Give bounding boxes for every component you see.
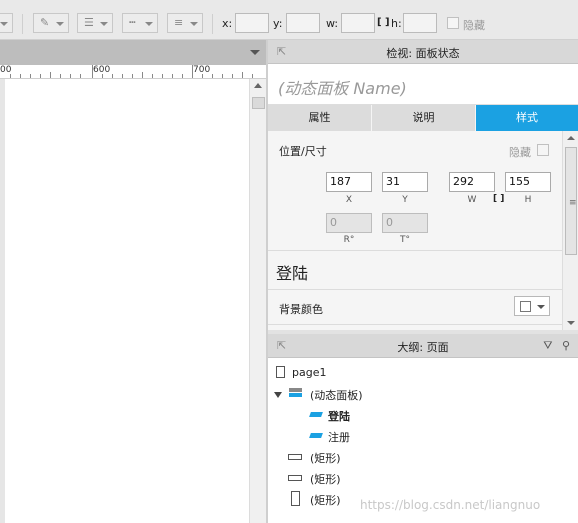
canvas-vertical-scrollbar[interactable]: [249, 79, 266, 523]
grip-icon: ≡: [569, 198, 577, 208]
inspector-content: 位置/尺寸 隐藏 187 31 292 155 X Y W [ ] H 0 0 …: [268, 131, 562, 330]
line-style-dropdown[interactable]: ┅: [122, 13, 158, 33]
tree-item-rectangle[interactable]: (矩形): [268, 467, 578, 487]
tree-item-label: (动态面板): [310, 389, 363, 402]
inspector-title: 检视: 面板状态: [386, 47, 460, 60]
toolbar: ✎ ☰ ┅ ≡ x: y: w: [ ] h: 隐藏: [0, 0, 578, 40]
rectangle-icon: [288, 454, 302, 460]
chevron-down-icon: [537, 305, 545, 309]
expand-arrow-icon[interactable]: [274, 392, 282, 398]
lock-aspect-icon[interactable]: [ ]: [377, 17, 390, 28]
inspector-tabs: 属性 说明 样式: [268, 105, 578, 131]
line-weight-dropdown[interactable]: ☰: [77, 13, 113, 33]
tree-item-page[interactable]: page1: [268, 362, 578, 382]
rectangle-icon: [291, 491, 300, 506]
dynamic-panel-icon: [289, 388, 302, 398]
rotation-caption: R°: [343, 235, 355, 245]
background-color-picker[interactable]: [514, 296, 550, 316]
tree-item-label: (矩形): [310, 494, 341, 507]
y-field[interactable]: 31: [382, 172, 428, 192]
scroll-up-icon[interactable]: [254, 83, 262, 88]
hide-checkbox[interactable]: [537, 144, 549, 156]
background-color-label: 背景颜色: [279, 303, 323, 316]
y-caption: Y: [402, 195, 408, 205]
scroll-thumb[interactable]: [252, 97, 265, 109]
divider: [268, 250, 562, 251]
h-label: h:: [391, 17, 402, 30]
panel-name-placeholder: (动态面板 Name): [278, 79, 407, 98]
inspector-header: ⇱ 检视: 面板状态: [268, 40, 578, 64]
search-icon[interactable]: ⚲: [562, 339, 570, 352]
tree-item-rectangle[interactable]: (矩形): [268, 446, 578, 466]
tree-item-label: page1: [292, 366, 327, 379]
w-field[interactable]: 292: [449, 172, 495, 192]
text-rotation-caption: T°: [400, 235, 410, 245]
line-weight-icon: ☰: [84, 16, 94, 29]
tab-style[interactable]: 样式: [476, 105, 578, 131]
divider: [268, 324, 562, 325]
text-rotation-field[interactable]: 0: [382, 213, 428, 233]
hide-checkbox[interactable]: [447, 17, 459, 29]
color-swatch: [520, 301, 531, 312]
arrow-style-icon: ≡: [174, 16, 184, 29]
toolbar-separator: [212, 14, 213, 34]
partial-dropdown[interactable]: [0, 13, 13, 33]
hide-label: 隐藏: [509, 146, 531, 159]
lock-aspect-icon[interactable]: [ ]: [493, 194, 504, 204]
hide-label: 隐藏: [463, 19, 485, 32]
w-caption: W: [467, 195, 477, 205]
rectangle-icon: [288, 475, 302, 481]
outline-header: ⇱ 大纲: 页面 ⛛ ⚲: [268, 334, 578, 358]
page-tab-bar: [0, 40, 266, 65]
watermark: https://blog.csdn.net/liangnuo: [360, 498, 541, 512]
pen-icon: ✎: [40, 16, 50, 29]
tree-item-state-login[interactable]: 登陆: [268, 404, 578, 424]
line-color-dropdown[interactable]: ✎: [33, 13, 69, 33]
x-label: x:: [222, 17, 233, 30]
y-input[interactable]: [286, 13, 320, 33]
arrow-style-dropdown[interactable]: ≡: [167, 13, 203, 33]
design-canvas[interactable]: [5, 79, 249, 523]
horizontal-ruler: 00 600 700: [0, 65, 266, 79]
tree-item-dynamic-panel[interactable]: (动态面板): [268, 383, 578, 403]
tree-item-label: 登陆: [328, 410, 350, 423]
panel-name-input[interactable]: (动态面板 Name): [268, 64, 578, 105]
filter-icon[interactable]: ⛛: [543, 339, 552, 352]
tree-item-label: (矩形): [310, 473, 341, 486]
inspector-scrollbar[interactable]: ≡: [562, 131, 578, 330]
state-name: 登陆: [276, 264, 309, 283]
y-label: y:: [273, 17, 283, 30]
scroll-thumb[interactable]: ≡: [565, 147, 577, 255]
scroll-down-icon[interactable]: [567, 321, 575, 325]
tab-menu-icon[interactable]: [250, 50, 260, 55]
x-input[interactable]: [235, 13, 269, 33]
scroll-up-icon[interactable]: [567, 136, 575, 140]
page-icon: [276, 366, 285, 378]
w-input[interactable]: [341, 13, 375, 33]
canvas-area: 00 600 700: [0, 40, 266, 523]
tab-notes[interactable]: 说明: [372, 105, 475, 131]
inspector-panel: ⇱ 检视: 面板状态 (动态面板 Name) 属性 说明 样式 位置/尺寸 隐藏…: [268, 40, 578, 330]
position-size-heading: 位置/尺寸: [279, 145, 327, 158]
w-label: w:: [326, 17, 339, 30]
h-input[interactable]: [403, 13, 437, 33]
x-caption: X: [345, 195, 353, 205]
h-caption: H: [524, 195, 532, 205]
state-icon: [309, 433, 323, 438]
outline-title: 大纲: 页面: [397, 341, 449, 354]
line-style-icon: ┅: [129, 16, 136, 29]
toolbar-separator: [22, 14, 23, 34]
rotation-field[interactable]: 0: [326, 213, 372, 233]
x-field[interactable]: 187: [326, 172, 372, 192]
tab-properties[interactable]: 属性: [268, 105, 371, 131]
tree-item-state-register[interactable]: 注册: [268, 425, 578, 445]
h-field[interactable]: 155: [505, 172, 551, 192]
tree-item-label: (矩形): [310, 452, 341, 465]
tree-item-label: 注册: [328, 431, 350, 444]
divider: [268, 289, 562, 290]
outline-panel: ⇱ 大纲: 页面 ⛛ ⚲ page1 (动态面板) 登陆 注册 (矩形) (矩形…: [268, 330, 578, 523]
state-icon: [309, 412, 323, 417]
